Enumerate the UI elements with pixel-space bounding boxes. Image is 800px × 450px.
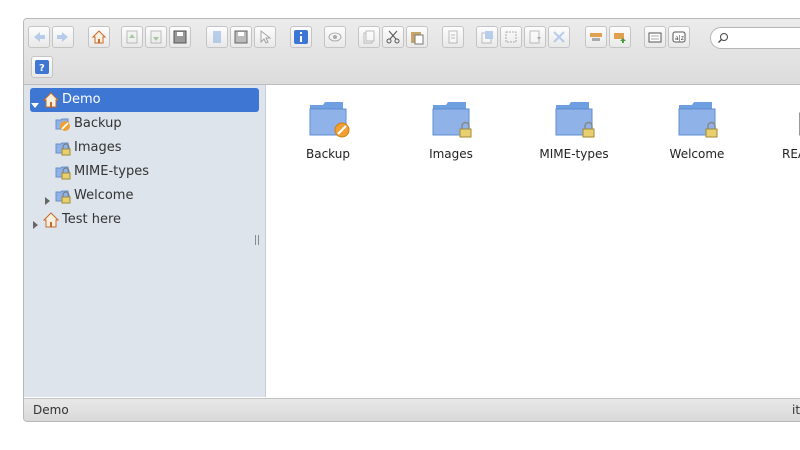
back-button[interactable]: [28, 26, 50, 48]
save-icon: [173, 30, 187, 44]
tree-node-demo[interactable]: Demo: [30, 88, 259, 112]
select-button[interactable]: [254, 26, 276, 48]
view-button[interactable]: [609, 26, 631, 48]
info-icon: [294, 30, 308, 44]
download-button[interactable]: [145, 26, 167, 48]
list-view-button[interactable]: [644, 26, 666, 48]
svg-text:a|z: a|z: [675, 35, 684, 42]
tree-node-images[interactable]: Images: [54, 136, 122, 160]
select-icon: [260, 29, 272, 44]
locked-folder-icon: [54, 163, 72, 181]
home-button[interactable]: [88, 26, 110, 48]
tree-label: Demo: [62, 92, 101, 107]
file-manager-window: a|z ? Demo Backup Images MIME-types Welc…: [23, 18, 800, 422]
copy-icon: [213, 31, 221, 43]
locked-folder-icon: [54, 139, 72, 157]
tree-label: Backup: [74, 116, 122, 131]
copy-button[interactable]: [206, 26, 228, 48]
search-icon: [718, 33, 728, 43]
file-grid: Backup Images MIME-types Welcome REA: [266, 85, 800, 397]
home-icon: [42, 211, 60, 229]
forward-button[interactable]: [52, 26, 74, 48]
home-icon: [91, 30, 107, 44]
sidebar-resize-handle[interactable]: [255, 235, 259, 245]
select-all-button[interactable]: [500, 26, 522, 48]
duplicate-button[interactable]: [358, 26, 380, 48]
save2-icon: [234, 30, 248, 44]
file-item-readme[interactable]: REA: [770, 97, 800, 161]
sort-az-icon: a|z: [672, 31, 686, 43]
locked-folder-icon: [552, 97, 596, 141]
info-button[interactable]: [290, 26, 312, 48]
tree-label: Test here: [62, 212, 122, 227]
file-icon: [794, 97, 800, 141]
upload-button[interactable]: [121, 26, 143, 48]
status-info: it: [792, 403, 800, 417]
locked-folder-icon: [429, 97, 473, 141]
nav-group: [28, 26, 76, 50]
forward-icon: [57, 32, 68, 42]
tree-node-backup[interactable]: Backup: [54, 112, 122, 136]
list-view-icon: [648, 32, 662, 43]
no-access-folder-icon: [54, 115, 72, 133]
back-icon: [34, 32, 45, 42]
status-bar: Demo it: [24, 398, 800, 421]
file-name: MIME-types: [539, 147, 609, 161]
home-icon: [42, 91, 60, 109]
sort-icon: [590, 33, 602, 41]
download-icon: [150, 30, 162, 44]
svg-text:?: ?: [39, 63, 45, 74]
sidebar-tree: Demo Backup Images MIME-types Welcome Te…: [24, 85, 266, 397]
tree-node-welcome[interactable]: Welcome: [42, 184, 133, 208]
paste-icon: [411, 32, 424, 45]
tree-label: Welcome: [74, 188, 134, 203]
select-all-icon: [505, 31, 517, 43]
expand-down-icon[interactable]: [30, 95, 40, 108]
resize-button[interactable]: [548, 26, 570, 48]
archive-button[interactable]: [524, 26, 546, 48]
expand-right-icon[interactable]: [42, 191, 52, 205]
tree-node-test-here[interactable]: Test here: [30, 208, 121, 232]
expand-right-icon[interactable]: [30, 215, 40, 229]
file-name: Backup: [306, 147, 350, 161]
preview-button[interactable]: [324, 26, 346, 48]
file-item-welcome[interactable]: Welcome: [647, 97, 747, 161]
rename-icon: [448, 30, 458, 44]
save-button[interactable]: [169, 26, 191, 48]
sort-az-button[interactable]: a|z: [668, 26, 690, 48]
file-name: Images: [429, 147, 473, 161]
resize-icon: [553, 31, 565, 43]
locked-folder-icon: [675, 97, 719, 141]
toolbar: a|z ?: [24, 19, 800, 85]
rename-button[interactable]: [442, 26, 464, 48]
locked-folder-icon: [54, 187, 72, 205]
status-path: Demo: [33, 403, 69, 417]
file-name: Welcome: [669, 147, 725, 161]
extract-button[interactable]: [476, 26, 498, 48]
preview-icon: [328, 32, 342, 42]
file-item-backup[interactable]: Backup: [278, 97, 378, 161]
sort-button[interactable]: [585, 26, 607, 48]
upload-icon: [126, 30, 138, 44]
help-button[interactable]: ?: [31, 56, 53, 78]
cut-icon: [386, 30, 400, 44]
file-item-images[interactable]: Images: [401, 97, 501, 161]
help-icon: ?: [35, 60, 49, 74]
view-icon: [614, 33, 626, 43]
save2-button[interactable]: [230, 26, 252, 48]
paste-button[interactable]: [406, 26, 428, 48]
tree-label: MIME-types: [74, 164, 149, 179]
cut-button[interactable]: [382, 26, 404, 48]
tree-node-mime-types[interactable]: MIME-types: [54, 160, 149, 184]
duplicate-icon: [363, 30, 375, 44]
search-input[interactable]: [710, 27, 800, 49]
extract-icon: [481, 31, 493, 44]
no-access-folder-icon: [306, 97, 350, 141]
file-name: REA: [782, 147, 800, 161]
archive-icon: [529, 30, 541, 44]
tree-label: Images: [74, 140, 122, 155]
file-item-mime-types[interactable]: MIME-types: [524, 97, 624, 161]
